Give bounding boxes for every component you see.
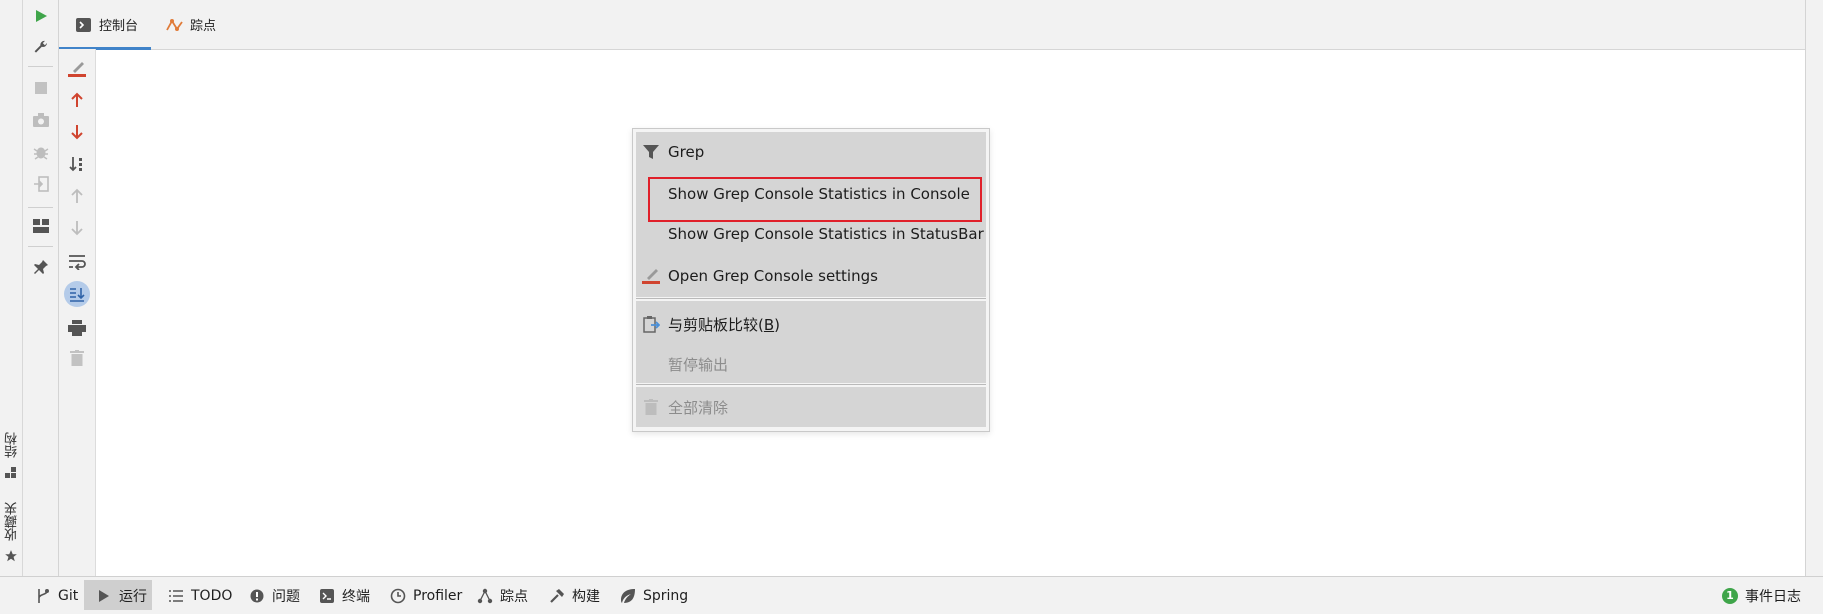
status-run-button[interactable]: 运行 (96, 577, 147, 614)
menu-item-clear-all[interactable]: 全部清除 (636, 387, 986, 427)
tab-trace[interactable]: 踪点 (166, 0, 236, 49)
menu-item-grep[interactable]: Grep (636, 132, 986, 172)
scroll-to-end-icon[interactable] (64, 281, 90, 307)
structure-panel-tab[interactable]: 结构 (2, 432, 20, 482)
status-bar: Git 运行 TODO 问题 终端 Profiler 踪点 构建 Spring … (0, 576, 1823, 614)
status-event-log-label: 事件日志 (1745, 588, 1801, 605)
run-play-icon (96, 588, 112, 604)
print-icon[interactable] (65, 317, 89, 339)
console-toolbar (59, 49, 96, 576)
status-profiler-label: Profiler (413, 587, 463, 604)
arrow-down-icon[interactable] (65, 121, 89, 143)
down-gray-icon[interactable] (65, 217, 89, 239)
status-todo-button[interactable]: TODO (168, 577, 232, 614)
run-tool-column (23, 0, 59, 576)
right-tool-strip (1805, 0, 1823, 576)
layout-icon[interactable] (30, 215, 52, 237)
status-profiler-button[interactable]: Profiler (390, 577, 462, 614)
status-todo-label: TODO (191, 587, 233, 604)
menu-separator-2 (636, 384, 986, 385)
menu-item-compare-clipboard-label: 与剪贴板比较(B) (668, 315, 781, 334)
tab-console[interactable]: 控制台 (59, 0, 151, 50)
structure-icon (4, 466, 18, 480)
menu-item-open-settings[interactable]: Open Grep Console settings (636, 256, 986, 296)
status-problems-label: 问题 (272, 588, 300, 605)
stop-icon[interactable] (30, 77, 52, 99)
grep-settings-menu-icon (642, 267, 660, 285)
menu-item-grep-label: Grep (668, 143, 705, 161)
trace-icon (166, 18, 184, 32)
status-run-label: 运行 (119, 588, 147, 605)
menu-item-clear-all-label: 全部清除 (668, 398, 729, 417)
structure-panel-label: 结构 (5, 432, 20, 458)
status-spring-label: Spring (643, 587, 689, 604)
tab-bar: 控制台 踪点 (59, 0, 1805, 50)
login-enter-icon[interactable] (30, 173, 52, 195)
debug-bug-icon[interactable] (30, 141, 52, 163)
favorites-panel-label: 收藏夹 (5, 502, 20, 541)
hammer-icon (549, 588, 565, 604)
tab-trace-label: 踪点 (190, 19, 217, 34)
trash-icon[interactable] (65, 347, 89, 369)
pin-icon[interactable] (30, 256, 52, 278)
menu-item-pause-output[interactable]: 暂停输出 (636, 344, 986, 384)
status-terminal-label: 终端 (342, 588, 370, 605)
grep-settings-icon[interactable] (65, 58, 89, 80)
wrench-icon[interactable] (30, 36, 52, 58)
menu-separator (636, 298, 986, 299)
clipboard-menu-group: 与剪贴板比较(B) 暂停输出 (636, 301, 986, 383)
status-event-log-button[interactable]: 1 事件日志 (1722, 577, 1801, 614)
soft-wrap-icon[interactable] (65, 251, 89, 273)
left-tool-strip: 结构 收藏夹 (0, 0, 23, 576)
up-gray-icon[interactable] (65, 185, 89, 207)
menu-item-show-stats-statusbar-label: Show Grep Console Statistics in StatusBa… (668, 225, 984, 243)
trace-status-icon (477, 588, 493, 604)
status-git-label: Git (58, 587, 79, 604)
star-icon (3, 548, 19, 564)
context-menu: Grep Show Grep Console Statistics in Con… (632, 128, 990, 432)
favorites-panel-tab[interactable]: 收藏夹 (2, 502, 20, 568)
status-terminal-button[interactable]: 终端 (319, 577, 370, 614)
tab-console-label: 控制台 (99, 19, 139, 34)
status-problems-button[interactable]: 问题 (249, 577, 300, 614)
camera-icon[interactable] (30, 109, 52, 131)
menu-item-open-settings-label: Open Grep Console settings (668, 267, 878, 285)
arrow-up-icon[interactable] (65, 89, 89, 111)
clear-menu-group: 全部清除 (636, 387, 986, 427)
status-build-button[interactable]: 构建 (549, 577, 600, 614)
status-git-button[interactable]: Git (35, 577, 78, 614)
status-trace-button[interactable]: 踪点 (477, 577, 528, 614)
filter-icon (642, 143, 660, 161)
status-trace-label: 踪点 (500, 588, 528, 605)
sort-icon[interactable] (65, 153, 89, 175)
menu-item-pause-output-label: 暂停输出 (668, 355, 729, 374)
profiler-icon (390, 588, 406, 604)
rerun-icon[interactable] (30, 5, 52, 27)
spring-leaf-icon (620, 588, 636, 604)
highlight-annotation-box (648, 177, 982, 222)
terminal-icon (319, 588, 335, 604)
clipboard-compare-icon (642, 315, 660, 333)
status-build-label: 构建 (572, 588, 600, 605)
problems-info-icon (249, 588, 265, 604)
event-log-badge: 1 (1722, 587, 1738, 604)
menu-item-compare-clipboard[interactable]: 与剪贴板比较(B) (636, 304, 986, 344)
git-branch-icon (35, 588, 51, 604)
grep-menu-group: Grep Show Grep Console Statistics in Con… (636, 132, 986, 297)
status-spring-button[interactable]: Spring (620, 577, 688, 614)
console-icon (76, 17, 91, 32)
todo-list-icon (168, 588, 184, 604)
clear-trash-icon (642, 398, 660, 416)
